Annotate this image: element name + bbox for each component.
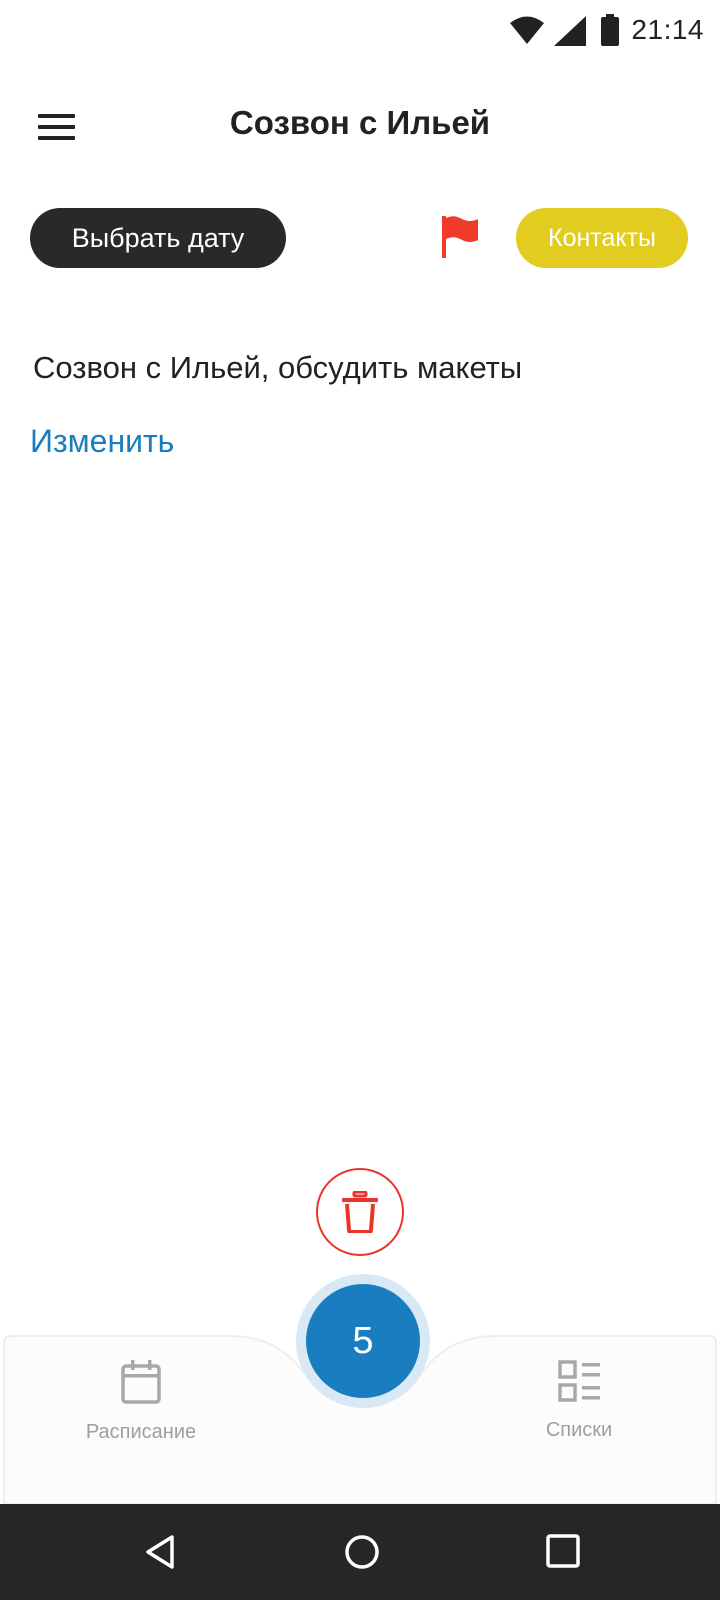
flag-icon[interactable]	[442, 216, 478, 258]
trash-icon	[342, 1191, 378, 1233]
status-bar: 21:14	[0, 0, 720, 60]
calendar-icon	[121, 1360, 161, 1404]
contacts-button[interactable]: Контакты	[516, 208, 688, 268]
status-time: 21:14	[631, 14, 704, 45]
home-icon[interactable]	[344, 1534, 380, 1570]
delete-button[interactable]	[316, 1168, 404, 1256]
nav-lists-label: Списки	[545, 1419, 613, 1441]
nav-schedule-label: Расписание	[85, 1421, 197, 1443]
battery-icon	[601, 14, 619, 46]
list-icon	[558, 1360, 600, 1402]
cell-signal-icon	[554, 16, 586, 46]
nav-schedule[interactable]: Расписание	[41, 1360, 241, 1444]
page-title: Созвон с Ильей	[229, 104, 491, 141]
system-navigation-bar	[0, 1504, 720, 1600]
edit-link[interactable]: Изменить	[30, 423, 174, 460]
counter-fab-button[interactable]: 5	[306, 1284, 420, 1398]
recents-icon[interactable]	[546, 1534, 580, 1568]
back-icon[interactable]	[144, 1534, 176, 1570]
app-screen: 21:14 Созвон с Ильей Выбрать дату Контак…	[0, 0, 720, 1600]
nav-lists[interactable]: Списки	[479, 1360, 679, 1442]
task-description: Созвон с Ильей, обсудить макеты	[33, 350, 523, 385]
wifi-icon	[510, 16, 544, 44]
select-date-button[interactable]: Выбрать дату	[30, 208, 286, 268]
